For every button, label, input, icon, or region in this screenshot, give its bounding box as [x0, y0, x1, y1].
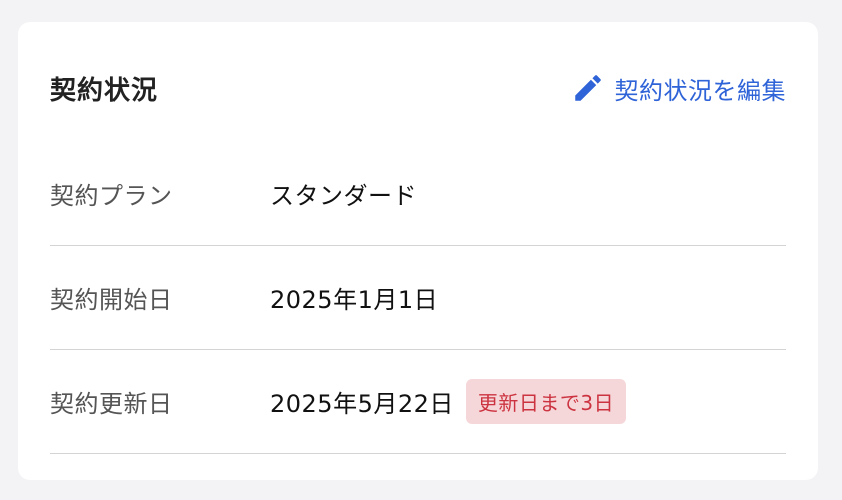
renewal-countdown-badge: 更新日まで3日 — [465, 379, 627, 424]
contract-renewal-date-value: 2025年5月22日 — [270, 390, 454, 418]
edit-contract-status-button[interactable]: 契約状況を編集 — [571, 71, 787, 106]
contract-start-date-label: 契約開始日 — [50, 286, 173, 314]
row-contract-plan: 契約プラン スタンダード — [50, 142, 786, 246]
pencil-icon — [571, 71, 605, 105]
edit-link-label: 契約状況を編集 — [614, 76, 786, 105]
row-contract-start-date: 契約開始日 2025年1月1日 — [50, 246, 786, 350]
contract-status-card: 契約状況 契約状況を編集 契約プラン スタンダード 契約開始日 2025年1月1… — [18, 22, 818, 480]
contract-start-date-value: 2025年1月1日 — [270, 286, 439, 314]
contract-plan-value: スタンダード — [270, 182, 417, 210]
card-header: 契約状況 契約状況を編集 — [50, 66, 786, 110]
row-contract-renewal-date: 契約更新日 2025年5月22日 更新日まで3日 — [50, 350, 786, 454]
contract-renewal-date-container: 2025年5月22日 更新日まで3日 — [270, 379, 627, 424]
contract-plan-label: 契約プラン — [50, 182, 173, 210]
contract-renewal-date-label: 契約更新日 — [50, 390, 173, 418]
contract-details: 契約プラン スタンダード 契約開始日 2025年1月1日 契約更新日 2025年… — [50, 142, 786, 454]
card-title: 契約状況 — [50, 75, 159, 106]
